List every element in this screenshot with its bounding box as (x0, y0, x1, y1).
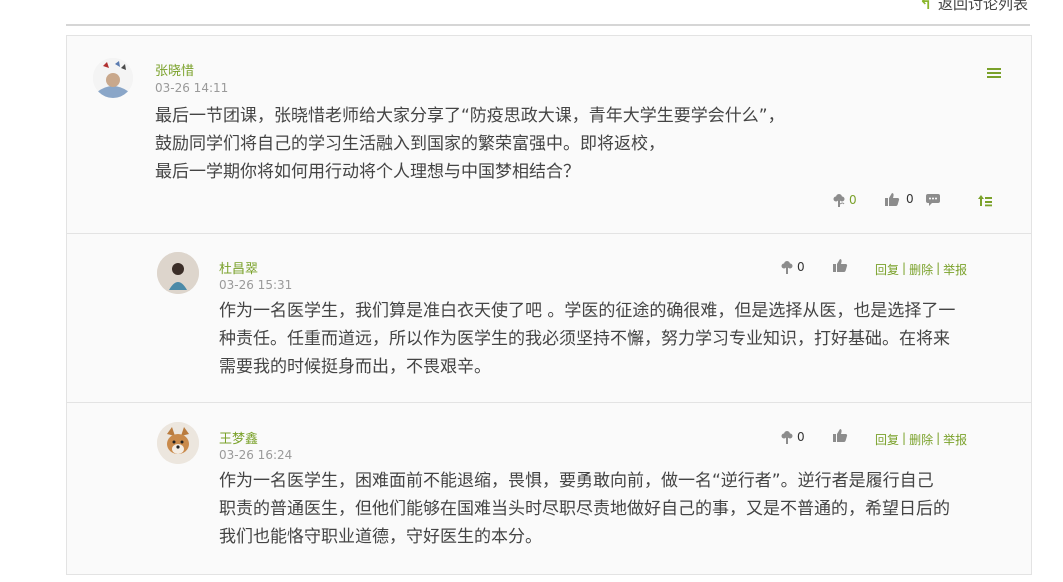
return-arrow-icon: ↰ (919, 0, 932, 13)
delete-link[interactable]: 删除 (909, 261, 933, 278)
like-button[interactable] (832, 258, 848, 272)
reply-item: 王梦鑫 03-26 16:24 作为一名医学生，困难面前不能退缩，畏惧，要勇敢向… (67, 404, 1031, 572)
like-button[interactable]: 0 (884, 192, 914, 206)
back-label: 返回讨论列表 (937, 0, 1028, 13)
avatar[interactable] (93, 58, 133, 98)
discussion-card: 张晓惜 03-26 14:11 最后一节团课，张晓惜老师给大家分享了“防疫思政大… (66, 35, 1032, 575)
flower-button[interactable]: 0 (831, 193, 857, 207)
reply-item: 杜昌翠 03-26 15:31 作为一名医学生，我们算是准白衣天使了吧 。学医的… (67, 234, 1031, 403)
menu-icon[interactable] (987, 66, 1001, 80)
post-line: 最后一节团课，张晓惜老师给大家分享了“防疫思政大课，青年大学生要学会什么”， (155, 106, 785, 126)
reply-link[interactable]: 回复 (875, 261, 899, 278)
avatar-image-icon (93, 58, 133, 98)
reply-time: 03-26 15:31 (219, 278, 293, 292)
report-link[interactable]: 举报 (943, 261, 967, 278)
reply-author[interactable]: 王梦鑫 (219, 428, 258, 447)
reply-actions: 回复 | 删除 | 举报 (875, 261, 968, 278)
thumbs-up-icon (833, 259, 848, 272)
reply-line: 作为一名医学生，我们算是准白衣天使了吧 。学医的征途的确很难，但是选择从医，也是… (219, 301, 956, 321)
flower-button[interactable]: 0 (779, 260, 805, 274)
avatar-image-icon (157, 252, 199, 294)
flower-icon (781, 431, 793, 444)
reply-author[interactable]: 杜昌翠 (219, 258, 258, 277)
flower-icon (781, 261, 793, 274)
avatar[interactable] (157, 252, 199, 294)
comment-icon (926, 194, 940, 206)
post-line: 鼓励同学们将自己的学习生活融入到国家的繁荣富强中。即将返校， (155, 134, 665, 154)
flower-count: 0 (849, 193, 857, 207)
reply-content: 作为一名医学生，困难面前不能退缩，畏惧，要勇敢向前，做一名“逆行者”。逆行者是履… (219, 467, 950, 551)
flower-count: 0 (797, 430, 805, 444)
back-to-list-link[interactable]: ↰ 返回讨论列表 (919, 0, 1028, 14)
avatar-image-icon (157, 422, 199, 464)
reply-line: 种责任。任重而道远，所以作为医学生的我必须坚持不懈，努力学习专业知识，打好基础。… (219, 329, 950, 349)
sort-up-icon (978, 195, 992, 207)
reply-content: 作为一名医学生，我们算是准白衣天使了吧 。学医的征途的确很难，但是选择从医，也是… (219, 297, 955, 381)
thumbs-up-icon (833, 429, 848, 442)
delete-link[interactable]: 删除 (909, 431, 933, 448)
reply-line: 我们也能恪守职业道德，守好医生的本分。 (219, 527, 542, 547)
main-post: 张晓惜 03-26 14:11 最后一节团课，张晓惜老师给大家分享了“防疫思政大… (67, 36, 1031, 234)
report-link[interactable]: 举报 (943, 431, 967, 448)
flower-count: 0 (797, 260, 805, 274)
post-author[interactable]: 张晓惜 (155, 60, 194, 79)
post-line: 最后一学期你将如何用行动将个人理想与中国梦相结合？ (155, 162, 580, 182)
reply-time: 03-26 16:24 (219, 448, 293, 462)
reply-actions: 回复 | 删除 | 举报 (875, 431, 968, 448)
top-bar: ↰ 返回讨论列表 (66, 0, 1030, 26)
like-count: 0 (906, 192, 914, 206)
post-content: 最后一节团课，张晓惜老师给大家分享了“防疫思政大课，青年大学生要学会什么”， 鼓… (155, 102, 785, 186)
flower-button[interactable]: 0 (779, 430, 805, 444)
reply-line: 作为一名医学生，困难面前不能退缩，畏惧，要勇敢向前，做一名“逆行者”。逆行者是履… (219, 471, 934, 491)
avatar[interactable] (157, 422, 199, 464)
reply-line: 职责的普通医生，但他们能够在国难当头时尽职尽责地做好自己的事，又是不普通的，希望… (219, 499, 950, 519)
flower-icon (833, 194, 845, 207)
comment-button[interactable] (925, 193, 941, 207)
reply-line: 需要我的时候挺身而出，不畏艰辛。 (219, 357, 491, 377)
post-time: 03-26 14:11 (155, 81, 229, 95)
like-button[interactable] (832, 428, 848, 442)
collapse-replies-button[interactable] (977, 193, 993, 207)
thumbs-up-icon (885, 193, 900, 206)
reply-link[interactable]: 回复 (875, 431, 899, 448)
